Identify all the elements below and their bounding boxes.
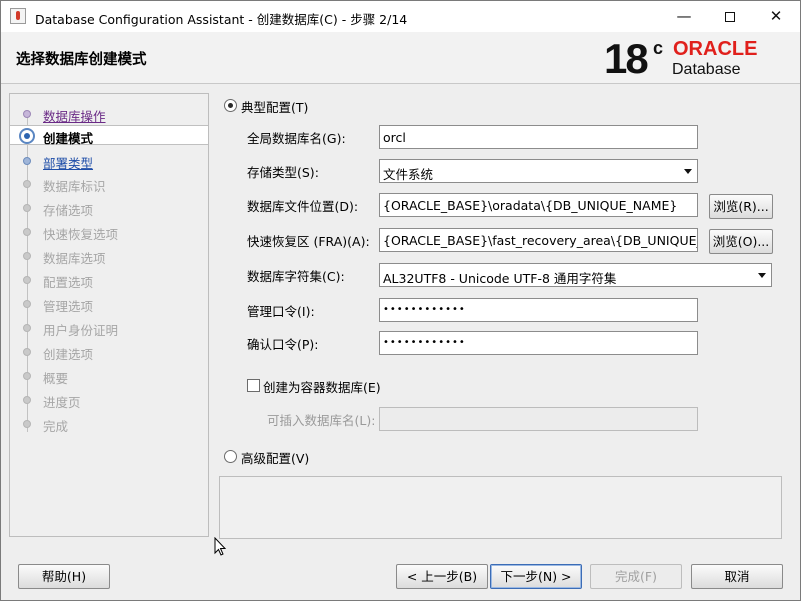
maximize-icon: [725, 11, 735, 22]
global-db-name-input[interactable]: orcl: [379, 125, 698, 149]
browse-db-location-button[interactable]: 浏览(R)...: [709, 194, 773, 219]
advanced-config-radio[interactable]: [224, 450, 237, 463]
nav-step-label: 快速恢复选项: [43, 227, 119, 242]
minimize-button[interactable]: —: [661, 1, 707, 32]
step-indicator-icon: [23, 252, 31, 260]
oracle-logo: ORACLE: [673, 38, 758, 60]
storage-type-select[interactable]: 文件系统: [379, 159, 698, 183]
step-indicator-icon: [23, 204, 31, 212]
confirm-password-input[interactable]: ••••••••••••: [379, 331, 698, 355]
nav-step-label: 用户身份证明: [43, 323, 119, 338]
browse-fra-button[interactable]: 浏览(O)...: [709, 229, 773, 254]
java-app-icon: [10, 8, 26, 24]
wizard-header: 选择数据库创建模式 18 c ORACLE Database: [1, 32, 800, 84]
step-indicator-icon: [23, 372, 31, 380]
back-button[interactable]: < 上一步(B): [396, 564, 488, 589]
nav-step-4: 数据库标识: [10, 174, 208, 194]
dbca-window: Database Configuration Assistant - 创建数据库…: [0, 0, 801, 601]
oracle-version-sup: c: [653, 38, 664, 58]
help-button[interactable]: 帮助(H): [18, 564, 110, 589]
nav-step-label: 创建模式: [43, 131, 94, 146]
step-indicator-icon: [23, 180, 31, 188]
nav-step-9: 管理选项: [10, 294, 208, 314]
step-indicator-icon: [23, 348, 31, 356]
chevron-down-icon: [684, 169, 692, 174]
nav-step-11: 创建选项: [10, 342, 208, 362]
fra-input[interactable]: {ORACLE_BASE}\fast_recovery_area\{DB_UNI…: [379, 228, 698, 252]
typical-config-label[interactable]: 典型配置(T): [241, 97, 308, 116]
maximize-button[interactable]: [707, 1, 753, 32]
nav-step-13: 进度页: [10, 390, 208, 410]
nav-step-label: 数据库标识: [43, 179, 106, 194]
global-db-name-label: 全局数据库名(G):: [247, 131, 346, 146]
pdb-name-label: 可插入数据库名(L):: [267, 413, 376, 428]
window-title: Database Configuration Assistant - 创建数据库…: [35, 12, 408, 27]
storage-type-value: 文件系统: [383, 167, 434, 182]
nav-step-label: 数据库操作: [43, 109, 106, 124]
nav-step-8: 配置选项: [10, 270, 208, 290]
nav-step-label: 数据库选项: [43, 251, 106, 266]
nav-step-10: 用户身份证明: [10, 318, 208, 338]
nav-step-2[interactable]: 创建模式: [10, 125, 208, 146]
pdb-name-input[interactable]: [379, 407, 698, 431]
nav-step-7: 数据库选项: [10, 246, 208, 266]
nav-step-label: 概要: [43, 371, 69, 386]
step-indicator-icon: [19, 128, 35, 144]
step-indicator-icon: [23, 157, 31, 165]
storage-type-label: 存储类型(S):: [247, 165, 319, 180]
charset-select[interactable]: AL32UTF8 - Unicode UTF-8 通用字符集: [379, 263, 772, 287]
charset-label: 数据库字符集(C):: [247, 269, 345, 284]
description-panel: [219, 476, 782, 539]
step-indicator-icon: [23, 396, 31, 404]
admin-password-input[interactable]: ••••••••••••: [379, 298, 698, 322]
container-db-checkbox[interactable]: [247, 379, 260, 392]
nav-step-label: 部署类型: [43, 156, 94, 171]
nav-step-6: 快速恢复选项: [10, 222, 208, 242]
oracle-database-label: Database: [672, 61, 741, 78]
nav-step-3[interactable]: 部署类型: [10, 151, 208, 171]
nav-step-12: 概要: [10, 366, 208, 386]
step-navigation: 数据库操作创建模式部署类型数据库标识存储选项快速恢复选项 数据库选项配置选项管理选…: [9, 93, 209, 537]
container-db-label[interactable]: 创建为容器数据库(E): [263, 377, 381, 396]
nav-step-label: 创建选项: [43, 347, 94, 362]
next-button[interactable]: 下一步(N) >: [490, 564, 582, 589]
nav-step-label: 进度页: [43, 395, 81, 410]
nav-step-label: 配置选项: [43, 275, 94, 290]
confirm-password-label: 确认口令(P):: [247, 337, 319, 352]
nav-step-5: 存储选项: [10, 198, 208, 218]
title-bar: Database Configuration Assistant - 创建数据库…: [1, 1, 800, 32]
page-title: 选择数据库创建模式: [16, 52, 147, 68]
mouse-pointer-icon: [214, 537, 227, 556]
typical-config-radio[interactable]: [224, 99, 237, 112]
fra-label: 快速恢复区 (FRA)(A):: [247, 234, 370, 249]
oracle-version-logo: 18: [604, 35, 649, 82]
nav-step-label: 存储选项: [43, 203, 94, 218]
advanced-config-label[interactable]: 高级配置(V): [241, 448, 309, 467]
step-indicator-icon: [23, 276, 31, 284]
db-file-location-label: 数据库文件位置(D):: [247, 199, 359, 214]
step-indicator-icon: [23, 300, 31, 308]
step-indicator-icon: [23, 324, 31, 332]
admin-password-label: 管理口令(I):: [247, 304, 315, 319]
chevron-down-icon: [758, 273, 766, 278]
cancel-button[interactable]: 取消: [691, 564, 783, 589]
nav-step-label: 完成: [43, 419, 69, 434]
close-button[interactable]: ✕: [753, 1, 799, 32]
step-indicator-icon: [23, 110, 31, 118]
finish-button[interactable]: 完成(F): [590, 564, 682, 589]
nav-step-1[interactable]: 数据库操作: [10, 104, 208, 124]
step-indicator-icon: [23, 228, 31, 236]
nav-step-label: 管理选项: [43, 299, 94, 314]
step-indicator-icon: [23, 420, 31, 428]
nav-step-14: 完成: [10, 414, 208, 434]
db-file-location-input[interactable]: {ORACLE_BASE}\oradata\{DB_UNIQUE_NAME}: [379, 193, 698, 217]
charset-value: AL32UTF8 - Unicode UTF-8 通用字符集: [383, 271, 617, 286]
